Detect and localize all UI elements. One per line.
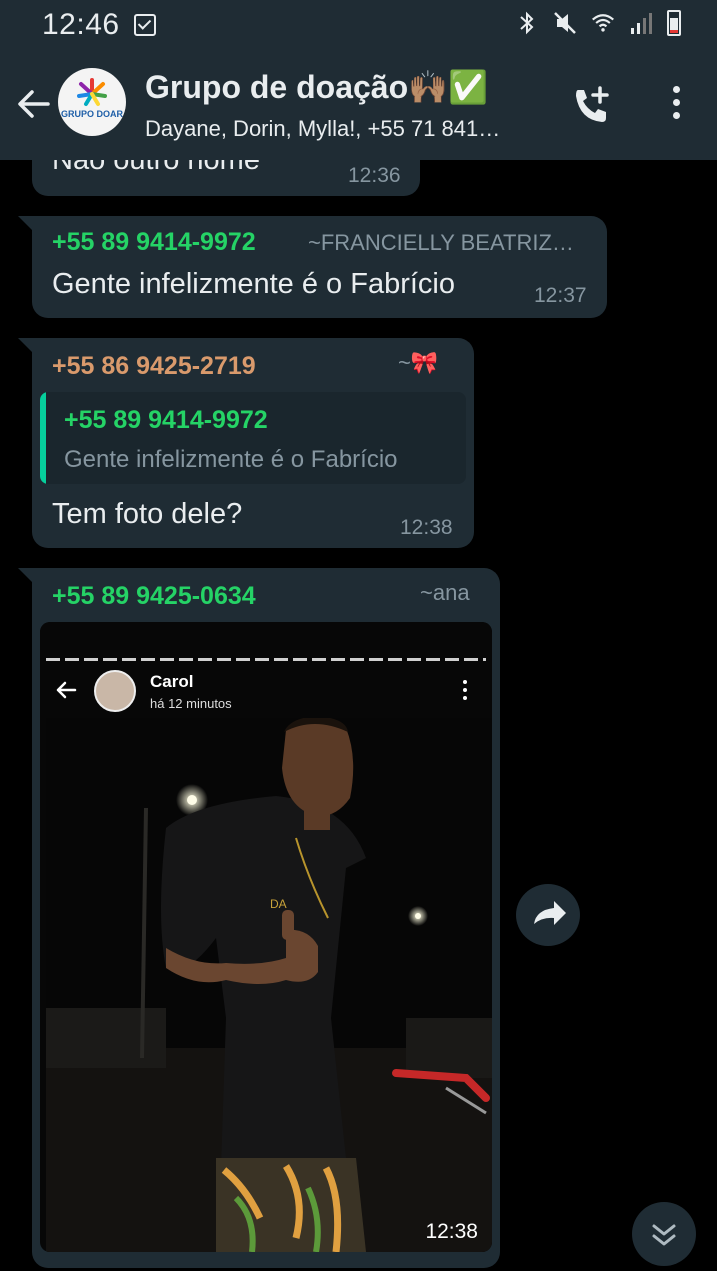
sender-pushname: ~🎀 — [398, 350, 439, 375]
group-logo-icon — [77, 78, 107, 106]
scroll-down-button[interactable] — [632, 1202, 696, 1266]
status-bar: 12:46 — [0, 0, 717, 48]
group-title[interactable]: Grupo de doação🙌🏽✅ — [145, 68, 488, 106]
story-more-icon — [462, 680, 468, 702]
status-time: 12:46 — [42, 8, 120, 41]
message-time: 12:36 — [348, 164, 401, 187]
quoted-sender: +55 89 9414-9972 — [64, 406, 268, 434]
message-time: 12:37 — [534, 284, 587, 307]
mute-icon — [554, 12, 576, 34]
back-arrow-icon[interactable] — [16, 86, 52, 122]
sender-phone[interactable]: +55 89 9425-0634 — [52, 582, 256, 611]
quote-accent-bar — [40, 392, 46, 484]
story-back-arrow-icon — [56, 681, 77, 699]
message-text: Gente infelizmente é o Fabrício — [52, 268, 455, 300]
story-name: Carol — [150, 672, 194, 691]
wifi-icon — [592, 14, 614, 32]
forward-icon — [534, 901, 566, 925]
quoted-text: Gente infelizmente é o Fabrício — [64, 446, 398, 473]
signal-icon — [631, 13, 652, 34]
battery-icon — [667, 10, 681, 36]
story-header: Carol há 12 minutos — [40, 622, 492, 718]
sender-phone[interactable]: +55 89 9414-9972 — [52, 228, 256, 257]
chat-header: GRUPO DOAR Grupo de doação🙌🏽✅ Dayane, Do… — [0, 48, 717, 160]
group-participants[interactable]: Dayane, Dorin, Mylla!, +55 71 841… — [145, 116, 500, 142]
notification-check-icon — [134, 14, 156, 36]
sender-pushname: ~FRANCIELLY BEATRIZ… — [308, 230, 574, 255]
message-bubble[interactable]: +55 86 9425-2719 ~🎀 +55 89 9414-9972 Gen… — [32, 338, 474, 548]
scroll-down-icon — [652, 1224, 676, 1246]
photo-scene: DA — [46, 718, 492, 1252]
bluetooth-icon — [520, 11, 534, 35]
story-avatar — [94, 670, 136, 712]
story-time-ago: há 12 minutos — [150, 696, 232, 711]
group-avatar[interactable]: GRUPO DOAR — [58, 68, 126, 136]
message-image[interactable]: Carol há 12 minutos DA 12:38 — [40, 622, 492, 1252]
message-time: 12:38 — [400, 516, 453, 539]
message-text: Tem foto dele? — [52, 498, 243, 530]
message-bubble[interactable]: +55 89 9414-9972 ~FRANCIELLY BEATRIZ… Ge… — [32, 216, 607, 318]
story-progress-bar — [46, 658, 486, 661]
more-vert-icon[interactable] — [668, 86, 684, 126]
message-time: 12:38 — [425, 1220, 478, 1243]
sender-phone[interactable]: +55 86 9425-2719 — [52, 352, 256, 381]
svg-text:DA: DA — [270, 897, 287, 911]
avatar-text: GRUPO DOAR — [60, 109, 123, 119]
status-icons — [515, 10, 681, 36]
forward-button[interactable] — [516, 884, 580, 946]
sender-pushname: ~ana — [420, 580, 470, 605]
quoted-message[interactable]: +55 89 9414-9972 Gente infelizmente é o … — [40, 392, 466, 484]
call-add-icon[interactable] — [570, 84, 614, 128]
